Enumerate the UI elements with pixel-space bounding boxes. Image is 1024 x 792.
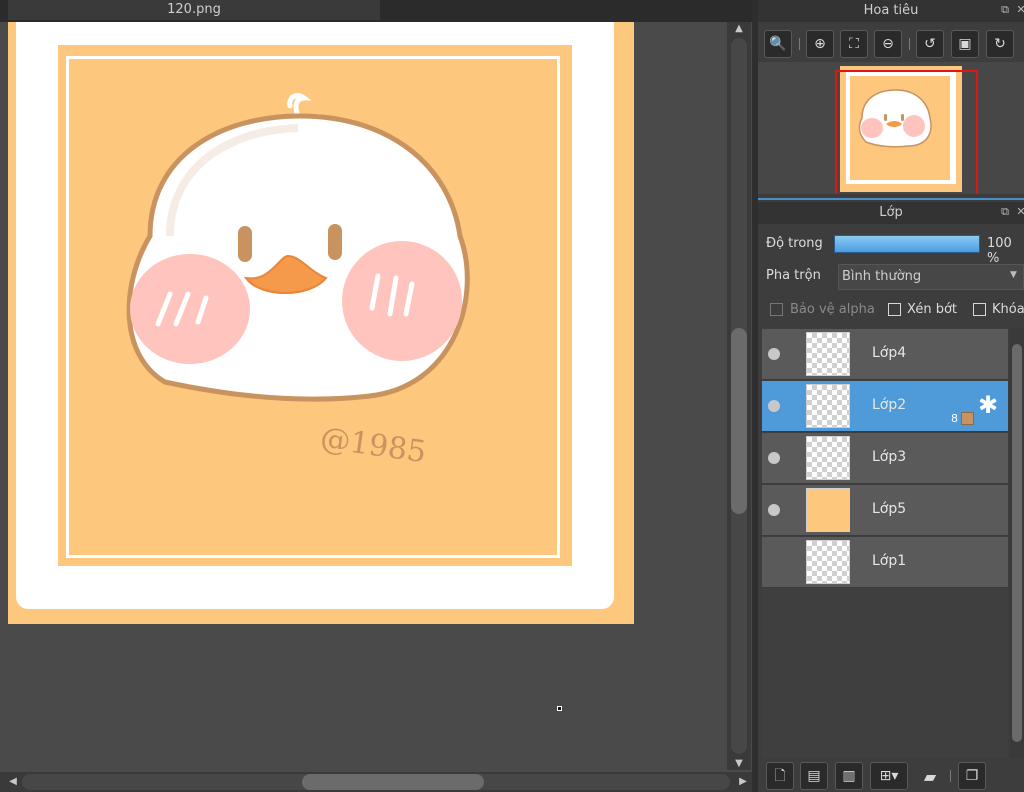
opacity-label: Độ trong — [766, 236, 823, 251]
layers-popout-icon[interactable]: ⧉ — [998, 205, 1012, 219]
layers-panel-divider — [758, 198, 1024, 200]
navigator-viewport-rectangle[interactable] — [835, 70, 978, 194]
zoom-in-button[interactable]: ⊕ — [806, 30, 834, 58]
lock-label: Khóa — [992, 302, 1024, 317]
horizontal-scroll-thumb[interactable] — [302, 774, 484, 790]
layer-1bit-icon: ▥ — [842, 768, 856, 784]
layer-thumbnail — [806, 436, 850, 480]
zoom-in-icon: ⊕ — [814, 36, 826, 52]
layer-8bit-icon: ▤ — [807, 768, 821, 784]
rotate-right-button[interactable]: ↻ — [986, 30, 1014, 58]
clipping-label: Xén bớt — [907, 302, 957, 317]
toolbar-separator — [909, 38, 910, 50]
layers-panel-title: Lớp — [758, 202, 1024, 224]
scroll-left-arrow-icon[interactable]: ◀ — [6, 774, 20, 790]
layer-thumbnail — [806, 384, 850, 428]
new-layer-button[interactable]: 🗋 — [766, 762, 794, 790]
clipping-checkbox[interactable] — [888, 303, 901, 316]
new-8bit-layer-button[interactable]: ▤ — [800, 762, 828, 790]
layers-close-icon[interactable]: ✕ — [1014, 205, 1024, 219]
chevron-down-icon[interactable]: ▼ — [1010, 270, 1022, 282]
flip-icon: ▣ — [958, 36, 972, 52]
toolbar-separator — [799, 38, 800, 50]
duplicate-layer-button[interactable]: ❐ — [958, 762, 986, 790]
visibility-eye-icon[interactable] — [768, 504, 780, 516]
blend-mode-label: Pha trộn — [766, 268, 821, 283]
visibility-eye-icon[interactable] — [768, 400, 780, 412]
zoom-reset-icon: 🔍 — [769, 36, 787, 52]
document-tab[interactable]: 120.png — [8, 0, 380, 22]
blend-mode-select[interactable]: Bình thường — [838, 264, 1024, 290]
opacity-slider[interactable] — [834, 235, 980, 253]
protect-alpha-checkbox[interactable] — [770, 303, 783, 316]
lock-checkbox[interactable] — [973, 303, 986, 316]
add-layer-dropdown-button[interactable]: ⊞▾ — [870, 762, 908, 790]
zoom-actual-size-button[interactable]: 🔍 — [764, 30, 792, 58]
duplicate-icon: ❐ — [965, 768, 979, 784]
layer-color-swatch — [961, 412, 974, 425]
scroll-right-arrow-icon[interactable]: ▶ — [736, 774, 750, 790]
layer-badge-count: 8 — [951, 412, 958, 425]
scroll-up-arrow-icon[interactable]: ▲ — [729, 22, 749, 36]
vertical-scroll-thumb[interactable] — [731, 328, 747, 514]
visibility-eye-icon[interactable] — [768, 452, 780, 464]
new-page-icon: 🗋 — [774, 768, 786, 784]
fit-window-icon: ⛶ — [849, 36, 859, 52]
new-folder-button[interactable]: ▰ — [916, 766, 944, 788]
cursor-crosshair — [557, 706, 562, 711]
zoom-out-button[interactable]: ⊖ — [874, 30, 902, 58]
navigator-panel-title: Hoa tiêu — [758, 0, 1024, 22]
layer-name: Lớp4 — [872, 345, 907, 361]
rotate-right-icon: ↻ — [994, 36, 1006, 52]
folder-icon: ▰ — [923, 767, 937, 786]
fit-to-window-button[interactable]: ⛶ — [840, 30, 868, 58]
protect-alpha-label: Bảo vệ alpha — [790, 302, 875, 317]
navigator-popout-icon[interactable]: ⧉ — [998, 3, 1012, 17]
new-1bit-layer-button[interactable]: ▥ — [835, 762, 863, 790]
rotate-left-icon: ↺ — [924, 36, 936, 52]
layer-thumbnail — [806, 332, 850, 376]
opacity-value: 100 % — [987, 236, 1012, 266]
zoom-out-icon: ⊖ — [882, 36, 894, 52]
duck-illustration — [126, 93, 470, 402]
layer-name: Lớp3 — [872, 449, 907, 465]
layer-name: Lớp2 — [872, 397, 907, 413]
scroll-down-arrow-icon[interactable]: ▼ — [729, 757, 749, 771]
toolbar-separator — [950, 770, 951, 782]
rotate-left-button[interactable]: ↺ — [916, 30, 944, 58]
visibility-eye-icon[interactable] — [768, 348, 780, 360]
layer-settings-gear-icon[interactable]: ✱ — [978, 391, 998, 419]
layer-name: Lớp5 — [872, 501, 907, 517]
flip-canvas-button[interactable]: ▣ — [951, 30, 979, 58]
layer-thumbnail — [806, 488, 850, 532]
layer-thumbnail — [806, 540, 850, 584]
navigator-close-icon[interactable]: ✕ — [1014, 3, 1024, 17]
add-layer-icon: ⊞▾ — [879, 768, 899, 784]
layers-scroll-thumb[interactable] — [1012, 344, 1022, 742]
layer-name: Lớp1 — [872, 553, 907, 569]
